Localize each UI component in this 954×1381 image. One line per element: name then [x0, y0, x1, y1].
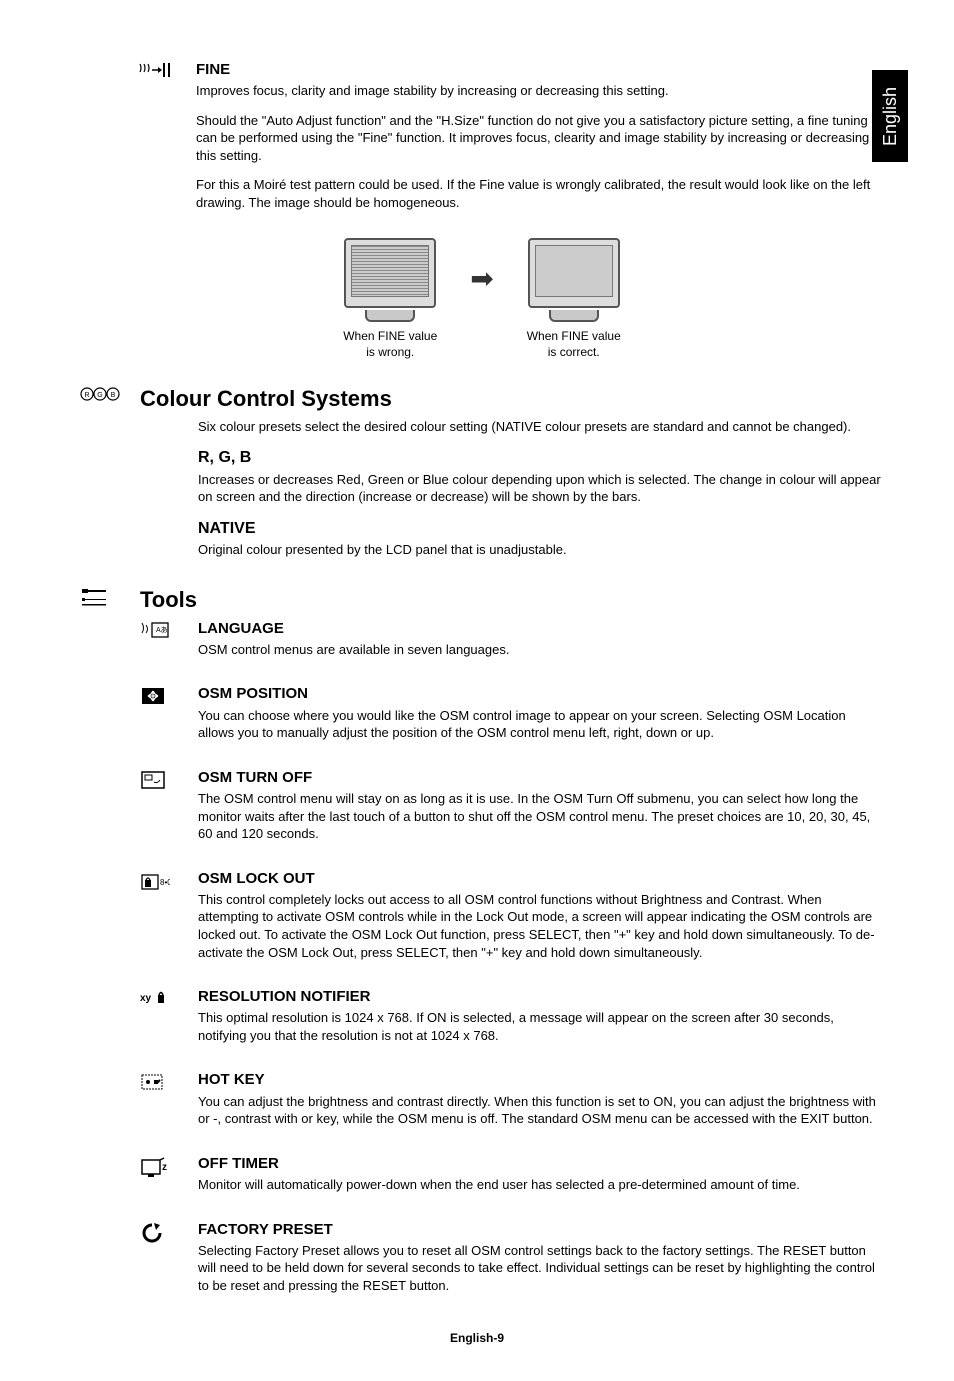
offtimer-heading: OFF TIMER: [198, 1154, 884, 1174]
language-icon: Aあ: [140, 621, 198, 641]
section-fine: FINE Improves focus, clarity and image s…: [80, 60, 884, 224]
resolution-notifier-heading: RESOLUTION NOTIFIER: [198, 987, 884, 1007]
resolution-notifier-icon: xy: [140, 989, 198, 1007]
fine-p1: Improves focus, clarity and image stabil…: [196, 82, 884, 100]
offtimer-desc: Monitor will automatically power-down wh…: [198, 1176, 884, 1194]
arrow-icon: ➡: [470, 260, 493, 338]
rgb-heading: R, G, B: [198, 447, 884, 469]
fine-figure: When FINE value is wrong. ➡ When FINE va…: [80, 238, 884, 360]
osm-position-heading: OSM POSITION: [198, 684, 884, 704]
svg-text:B: B: [111, 392, 116, 399]
osm-turnoff-desc: The OSM control menu will stay on as lon…: [198, 790, 884, 843]
fine-p2: Should the "Auto Adjust function" and th…: [196, 112, 884, 165]
offtimer-icon: z: [140, 1156, 198, 1178]
svg-text:8•0: 8•0: [160, 878, 170, 887]
hotkey-heading: HOT KEY: [198, 1070, 884, 1090]
svg-text:G: G: [97, 392, 102, 399]
osm-position-icon: [140, 686, 198, 706]
rgb-desc: Increases or decreases Red, Green or Blu…: [198, 471, 884, 506]
monitor-correct: When FINE value is correct.: [524, 238, 624, 360]
svg-text:Aあ: Aあ: [156, 626, 168, 634]
svg-text:z: z: [162, 1162, 167, 1173]
osm-lockout-heading: OSM LOCK OUT: [198, 869, 884, 889]
osm-position-desc: You can choose where you would like the …: [198, 707, 884, 742]
fine-p3: For this a Moiré test pattern could be u…: [196, 176, 884, 211]
factory-preset-desc: Selecting Factory Preset allows you to r…: [198, 1242, 884, 1295]
fine-heading: FINE: [196, 60, 884, 80]
native-desc: Original colour presented by the LCD pan…: [198, 541, 884, 559]
page-footer: English-9: [0, 1330, 954, 1346]
rgb-icon: R G B: [80, 386, 140, 402]
hotkey-icon: [140, 1072, 198, 1092]
monitor-wrong: When FINE value is wrong.: [340, 238, 440, 360]
osm-lockout-desc: This control completely locks out access…: [198, 891, 884, 961]
caption-correct: When FINE value is correct.: [524, 328, 624, 360]
section-tools: Tools Aあ LANGUAGE OSM control menus are …: [80, 585, 884, 1321]
colour-desc: Six colour presets select the desired co…: [198, 418, 884, 436]
hotkey-desc: You can adjust the brightness and contra…: [198, 1093, 884, 1128]
osm-lockout-icon: 8•0: [140, 871, 198, 891]
tools-icon: [80, 587, 140, 609]
svg-text:xy: xy: [140, 993, 152, 1004]
svg-text:R: R: [84, 392, 89, 399]
osm-turnoff-icon: [140, 770, 198, 790]
language-tab: English: [872, 70, 908, 162]
factory-preset-heading: FACTORY PRESET: [198, 1220, 884, 1240]
osm-turnoff-heading: OSM TURN OFF: [198, 768, 884, 788]
factory-preset-icon: [140, 1222, 198, 1244]
colour-heading: Colour Control Systems: [140, 384, 884, 414]
language-heading: LANGUAGE: [198, 619, 884, 639]
resolution-notifier-desc: This optimal resolution is 1024 x 768. I…: [198, 1009, 884, 1044]
native-heading: NATIVE: [198, 518, 884, 540]
tools-heading: Tools: [140, 585, 884, 615]
fine-icon: [138, 62, 196, 78]
language-desc: OSM control menus are available in seven…: [198, 641, 884, 659]
caption-wrong: When FINE value is wrong.: [340, 328, 440, 360]
section-colour: R G B Colour Control Systems Six colour …: [80, 384, 884, 571]
